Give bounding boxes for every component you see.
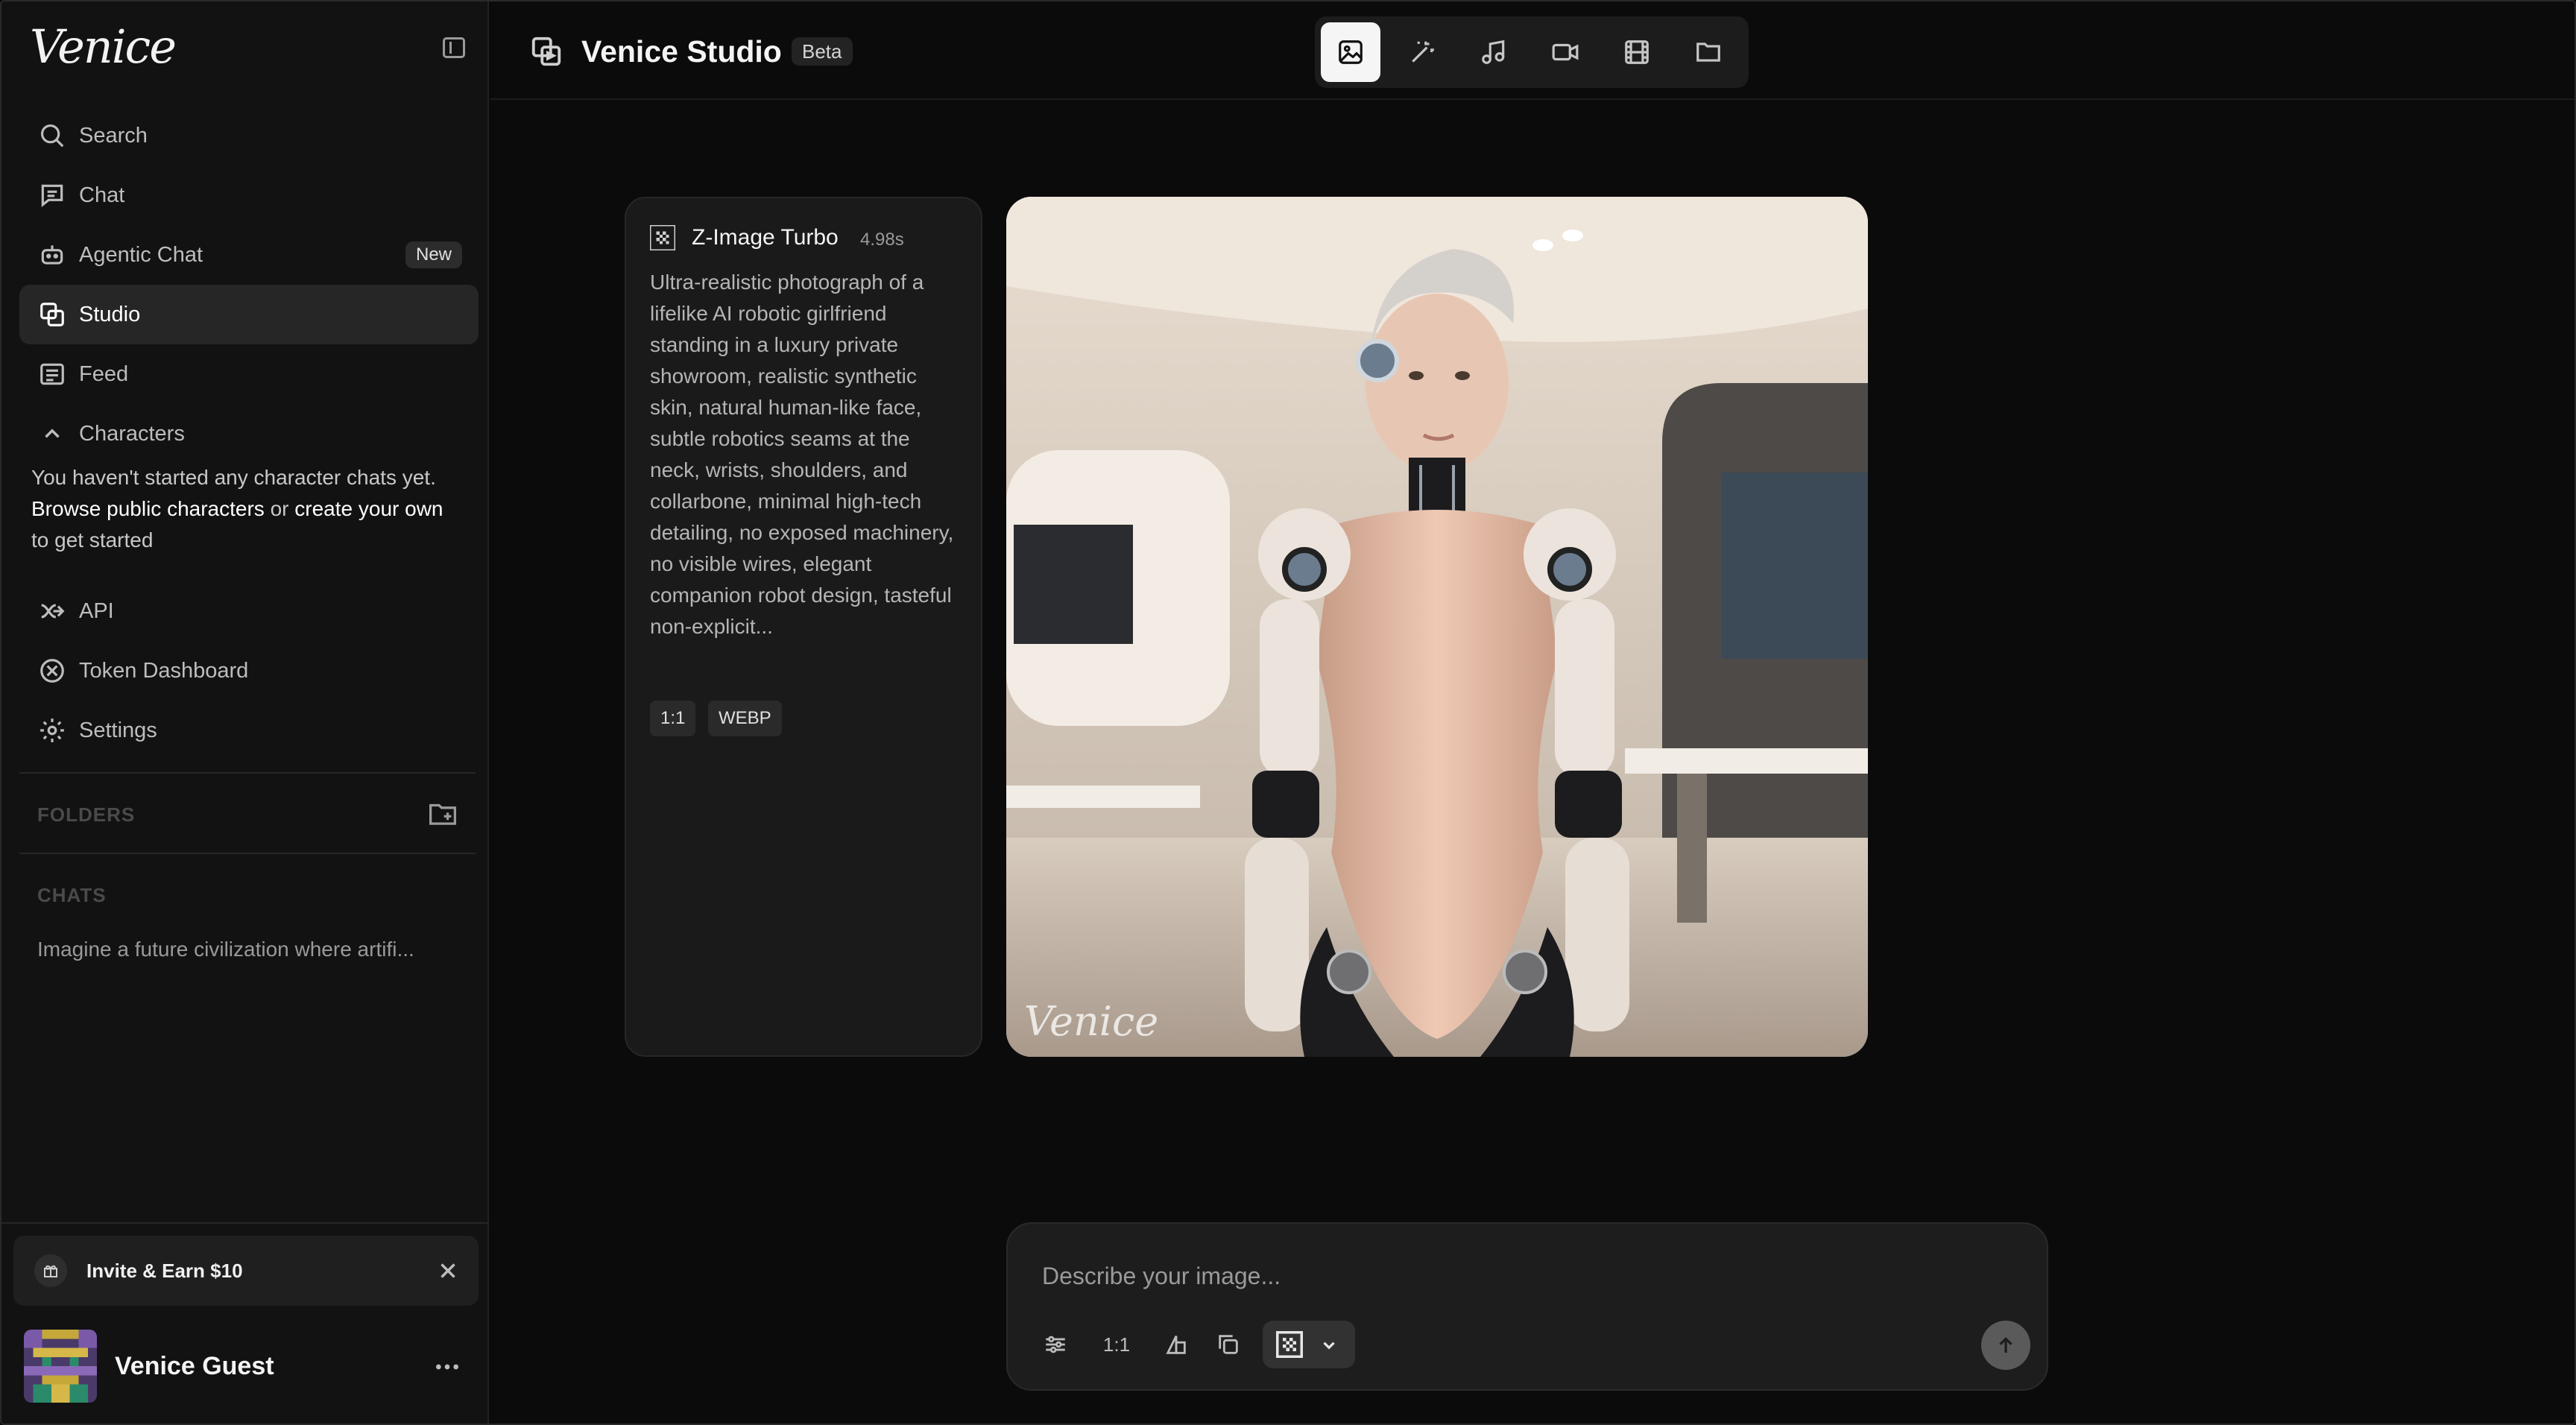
invite-label: Invite & Earn $10 (86, 1260, 243, 1282)
style-button[interactable] (1155, 1324, 1197, 1365)
chevron-up-icon (37, 419, 67, 449)
library-mode-button[interactable] (1679, 22, 1738, 82)
invite-banner[interactable]: Invite & Earn $10 (13, 1236, 479, 1306)
divider (1, 1222, 487, 1224)
folders-heading: FOLDERS (37, 803, 136, 826)
browse-characters-link[interactable]: Browse public characters (31, 497, 265, 520)
model-icon (1276, 1331, 1303, 1358)
enhance-mode-button[interactable] (1392, 22, 1452, 82)
sidebar-item-label: Studio (79, 302, 141, 326)
sliders-icon (1046, 1336, 1065, 1353)
sidebar-item-label: Characters (79, 421, 185, 446)
token-icon (37, 656, 67, 686)
topbar: Venice Studio Beta (490, 1, 2575, 100)
search-icon (37, 121, 67, 151)
sidebar-item-agentic-chat[interactable]: Agentic Chat New (19, 225, 479, 285)
main-area: Venice Studio Beta Z-Image Turbo 4.98s U… (490, 1, 2575, 1424)
video-mode-button[interactable] (1535, 22, 1595, 82)
generation-time: 4.98s (860, 230, 904, 250)
divider (19, 772, 476, 774)
sidebar-item-label: Chat (79, 183, 125, 207)
model-select[interactable] (1263, 1321, 1355, 1368)
or-text: or (264, 497, 295, 520)
settings-sliders-button[interactable] (1035, 1324, 1076, 1365)
shapes-icon (1166, 1336, 1186, 1354)
gear-icon (37, 715, 67, 745)
generation-info-card[interactable]: Z-Image Turbo 4.98s Ultra-realistic phot… (625, 197, 982, 1057)
sidebar-item-label: Token Dashboard (79, 658, 249, 683)
sidebar: Venice Search Chat Agentic Chat New Stud… (1, 1, 489, 1424)
chats-heading: CHATS (37, 884, 107, 906)
new-badge: New (405, 241, 462, 268)
empty-state-text: You haven't started any character chats … (31, 466, 436, 489)
robot-icon (37, 240, 67, 270)
api-icon (37, 596, 67, 626)
venice-logo[interactable]: Venice (30, 19, 177, 74)
sidebar-item-token-dashboard[interactable]: Token Dashboard (19, 641, 479, 701)
aspect-ratio-button[interactable]: 1:1 (1096, 1324, 1137, 1365)
empty-state-tail: to get started (31, 528, 154, 552)
feed-icon (37, 359, 67, 389)
studio-icon (529, 34, 564, 69)
film-mode-button[interactable] (1607, 22, 1667, 82)
chevron-down-icon (1323, 1342, 1335, 1350)
generated-image[interactable]: Venice (1006, 197, 1868, 1057)
mode-switcher (1315, 16, 1749, 88)
avatar[interactable] (24, 1330, 97, 1403)
watermark: Venice (1024, 998, 1159, 1045)
divider (19, 853, 476, 854)
characters-empty-state: You haven't started any character chats … (31, 462, 471, 556)
create-character-link[interactable]: create your own (294, 497, 443, 520)
copy-icon (1219, 1335, 1238, 1354)
model-icon (648, 224, 677, 252)
sidebar-item-label: Feed (79, 361, 129, 386)
format-tag: WEBP (708, 701, 782, 736)
studio-icon (37, 300, 67, 329)
music-icon (1482, 40, 1505, 64)
magic-wand-icon (1412, 41, 1434, 63)
prompt-text: Ultra-realistic photograph of a lifelike… (650, 271, 954, 638)
more-options-icon[interactable] (432, 1352, 462, 1382)
arrow-up-icon (1999, 1336, 2012, 1353)
gift-icon (34, 1254, 67, 1287)
sidebar-item-chat[interactable]: Chat (19, 165, 479, 225)
film-icon (1625, 40, 1649, 64)
page-title: Venice Studio (581, 34, 782, 69)
beta-badge: Beta (792, 37, 853, 66)
send-button[interactable] (1981, 1321, 2030, 1370)
music-mode-button[interactable] (1464, 22, 1524, 82)
video-icon (1552, 43, 1579, 61)
sidebar-item-settings[interactable]: Settings (19, 701, 479, 760)
sidebar-item-label: Search (79, 123, 148, 148)
sidebar-item-label: Agentic Chat (79, 242, 203, 267)
new-folder-icon[interactable] (428, 800, 458, 827)
close-icon[interactable] (435, 1258, 461, 1283)
user-name[interactable]: Venice Guest (115, 1352, 274, 1381)
variants-button[interactable] (1208, 1324, 1249, 1365)
app-window: Venice Search Chat Agentic Chat New Stud… (0, 0, 2576, 1425)
aspect-ratio-tag: 1:1 (650, 701, 696, 736)
prompt-composer: 1:1 (1006, 1222, 2048, 1391)
model-name: Z-Image Turbo (692, 225, 839, 250)
sidebar-item-api[interactable]: API (19, 581, 479, 641)
image-mode-button[interactable] (1321, 22, 1380, 82)
collapse-sidebar-icon[interactable] (443, 37, 465, 58)
prompt-input[interactable] (1042, 1258, 1936, 1294)
sidebar-item-studio[interactable]: Studio (19, 285, 479, 344)
sidebar-item-label: Settings (79, 718, 157, 742)
sidebar-item-feed[interactable]: Feed (19, 344, 479, 404)
chat-icon (37, 180, 67, 210)
sidebar-item-characters[interactable]: Characters (19, 404, 479, 464)
sidebar-item-label: API (79, 598, 114, 623)
sidebar-item-search[interactable]: Search (19, 106, 479, 165)
chat-history-item[interactable]: Imagine a future civilization where arti… (37, 938, 414, 961)
image-icon (1339, 40, 1363, 64)
folder-icon (1696, 42, 1720, 62)
